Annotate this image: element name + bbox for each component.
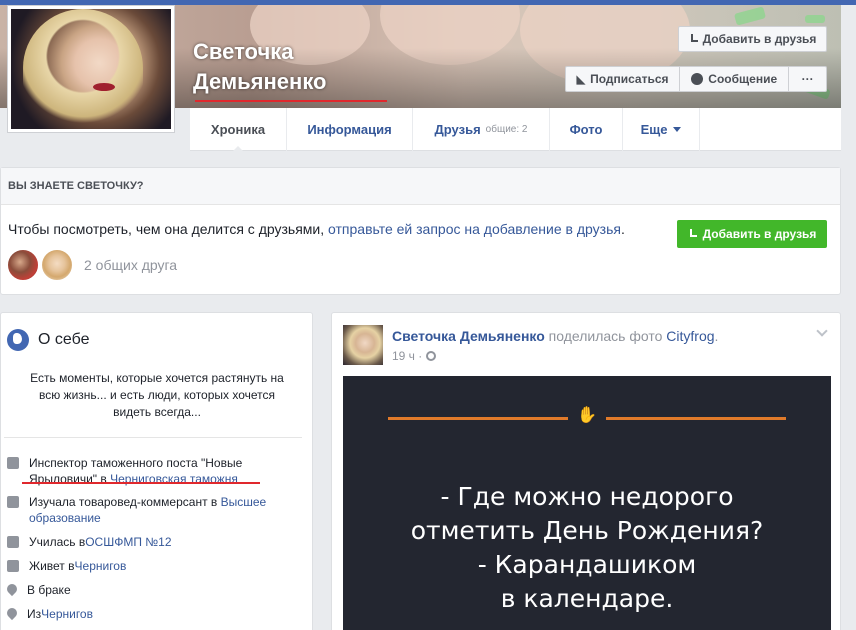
lives-link[interactable]: Чернигов (75, 558, 127, 574)
intro-card: О себе Есть моменты, которые хочется рас… (0, 312, 313, 630)
joke-line: - Где можно недорого (440, 482, 734, 511)
joke-line: - Карандашиком (477, 550, 697, 579)
decorative-line (606, 417, 786, 420)
do-you-know-heading: ВЫ ЗНАЕТЕ СВЕТОЧКУ? (1, 168, 840, 205)
post-dot: . (714, 328, 719, 344)
intro-from: Из Чернигов (4, 605, 93, 622)
decorative-line (388, 417, 568, 420)
chevron-down-icon (673, 127, 682, 132)
tab-friends-label: Друзья (434, 122, 481, 137)
do-you-know-text-plain: Чтобы посмотреть, чем она делится с друз… (8, 221, 329, 237)
post-action: поделилась фото (544, 328, 667, 344)
school-text: Училась в (29, 535, 86, 549)
tab-photos-label: Фото (569, 122, 603, 137)
mutual-friends-count[interactable]: 2 общих друга (84, 257, 177, 273)
location-pin-icon (4, 605, 20, 621)
graduation-cap-icon (7, 536, 19, 548)
post-image[interactable]: ✋ - Где можно недорого отметить День Рож… (343, 376, 831, 630)
joke-line: отметить День Рождения? (410, 516, 764, 545)
intro-study: Изучала товаровед-коммерсант в Высшее об… (7, 494, 297, 526)
profile-name-line1: Светочка (193, 39, 294, 64)
post-timestamp[interactable]: 19 ч · (392, 349, 437, 363)
add-friend-button[interactable]: Добавить в друзья (678, 26, 827, 52)
add-friend-icon (689, 33, 698, 45)
intro-lives: Живет в Чернигов (7, 558, 126, 574)
post-options-chevron-icon[interactable] (816, 325, 828, 337)
tab-timeline[interactable]: Хроника (190, 108, 287, 152)
tab-timeline-label: Хроника (210, 122, 266, 137)
lives-text: Живет в (29, 559, 75, 573)
tab-friends[interactable]: Друзья общие: 2 (413, 108, 550, 151)
do-you-know-text: Чтобы посмотреть, чем она делится с друз… (8, 221, 625, 237)
follow-button[interactable]: ◣ Подписаться (566, 67, 681, 91)
post-page-link[interactable]: Cityfrog (666, 328, 714, 344)
public-globe-icon (426, 351, 437, 361)
add-friend-green-label: Добавить в друзья (702, 227, 817, 241)
post-image-text: - Где можно недорого отметить День Рожде… (343, 480, 831, 616)
post-header: Светочка Демьяненко поделилась фото City… (392, 328, 718, 344)
messenger-icon (691, 73, 704, 85)
cityfrog-logo-icon: ✋ (577, 407, 597, 424)
tab-more-label: Еще (640, 122, 668, 137)
briefcase-icon (7, 457, 19, 469)
heart-icon (4, 581, 20, 597)
profile-actions: ◣ Подписаться Сообщение ··· (565, 66, 827, 92)
post-author-name[interactable]: Светочка Демьяненко (392, 328, 545, 344)
tab-about-label: Информация (307, 122, 392, 137)
profile-tabs: Хроника Информация Друзья общие: 2 Фото … (190, 108, 841, 152)
tab-more[interactable]: Еще (623, 108, 700, 151)
more-options-button[interactable]: ··· (789, 67, 826, 91)
study-text: Изучала товаровед-коммерсант в (29, 495, 221, 509)
profile-name[interactable]: Светочка Демьяненко (193, 37, 327, 97)
do-you-know-text-end: . (620, 221, 625, 237)
from-text: Из (27, 607, 42, 621)
school-link[interactable]: ОСШФМП №12 (85, 534, 171, 550)
profile-name-line2: Демьяненко (193, 69, 327, 94)
intro-study-text: Изучала товаровед-коммерсант в Высшее об… (29, 494, 274, 526)
post-time-text: 19 ч · (392, 349, 423, 363)
from-link[interactable]: Чернигов (41, 606, 93, 622)
intro-title: О себе (38, 331, 90, 348)
intro-bio: Есть моменты, которые хочется растянуть … (30, 371, 284, 419)
relationship-text: В браке (27, 583, 71, 597)
follow-label: Подписаться (590, 72, 669, 86)
tab-photos[interactable]: Фото (550, 108, 623, 151)
graduation-cap-icon (7, 496, 19, 508)
add-friend-green-button[interactable]: Добавить в друзья (677, 220, 827, 248)
message-label: Сообщение (708, 72, 778, 86)
divider (4, 437, 302, 438)
globe-icon (7, 329, 29, 351)
mutual-friends[interactable]: 2 общих друга (7, 249, 177, 281)
add-friend-icon (688, 228, 697, 240)
annotation-underline-work (22, 482, 260, 484)
rss-icon: ◣ (576, 73, 586, 86)
post-card: Светочка Демьяненко поделилась фото City… (331, 312, 841, 630)
post-author-avatar[interactable] (343, 325, 383, 365)
tab-about[interactable]: Информация (287, 108, 413, 151)
profile-picture[interactable] (7, 5, 175, 133)
profile-photo (11, 9, 171, 129)
do-you-know-card: ВЫ ЗНАЕТЕ СВЕТОЧКУ? Чтобы посмотреть, че… (0, 167, 841, 295)
message-button[interactable]: Сообщение (680, 67, 790, 91)
mutual-friend-avatar[interactable] (41, 249, 73, 281)
joke-line: в календаре. (500, 584, 674, 613)
home-icon (7, 560, 19, 572)
send-request-link[interactable]: отправьте ей запрос на добавление в друз… (328, 221, 621, 237)
intro-relationship: В браке (4, 581, 71, 598)
intro-school: Училась в ОСШФМП №12 (7, 534, 172, 550)
add-friend-label: Добавить в друзья (702, 32, 817, 46)
tab-friends-mutual-count: общие: 2 (485, 124, 528, 135)
more-icon: ··· (801, 72, 814, 86)
mutual-friend-avatar[interactable] (7, 249, 39, 281)
intro-header: О себе (7, 329, 90, 351)
annotation-underline-name (195, 100, 387, 102)
